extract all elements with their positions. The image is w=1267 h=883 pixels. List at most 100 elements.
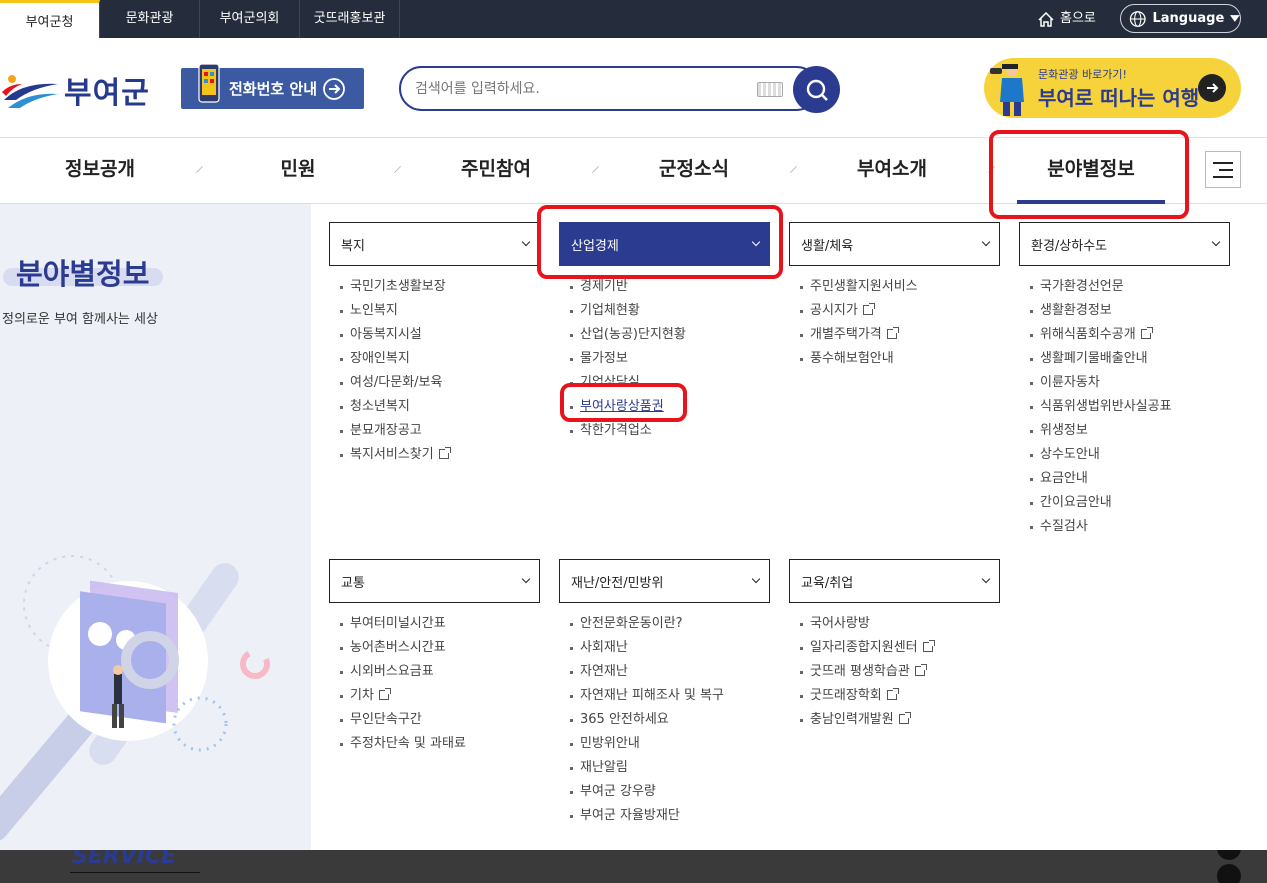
menu-link[interactable]: 복지서비스찾기 [340, 443, 540, 467]
menu-link[interactable]: 생활폐기물배출안내 [1030, 347, 1230, 371]
menu-link[interactable]: 청소년복지 [340, 395, 540, 419]
gnb-item-about-buyeo[interactable]: 부여소개 [812, 138, 972, 204]
category-header-living-sports[interactable]: 생활/체육 [789, 222, 1000, 266]
search-input[interactable] [415, 78, 745, 100]
menu-link[interactable]: 기차 [340, 684, 540, 708]
category-education-employment: 교육/취업 국어사랑방 일자리종합지원센터 굿뜨래 평생학습관 굿뜨래장학회 충… [789, 559, 1000, 732]
home-link[interactable]: 홈으로 [1038, 0, 1096, 38]
category-welfare: 복지 국민기초생활보장 노인복지 아동복지시설 장애인복지 여성/다문화/보육 … [329, 222, 540, 467]
category-industry-economy: 산업경제 경제기반 기업체현황 산업(농공)단지현황 물가정보 기업상담실 부여… [559, 222, 770, 443]
menu-link[interactable]: 일자리종합지원센터 [800, 636, 1000, 660]
menu-link[interactable]: 사회재난 [570, 636, 770, 660]
menu-link[interactable]: 자연재난 [570, 660, 770, 684]
category-header-welfare[interactable]: 복지 [329, 222, 540, 266]
menu-link[interactable]: 민방위안내 [570, 732, 770, 756]
language-button[interactable]: Language [1120, 4, 1241, 33]
site-tab-culture-tourism[interactable]: 문화관광 [100, 0, 200, 38]
menu-link[interactable]: 산업(농공)단지현황 [570, 323, 770, 347]
scroll-up-button[interactable] [1217, 850, 1241, 860]
menu-link[interactable]: 농어촌버스시간표 [340, 636, 540, 660]
menu-link[interactable]: 장애인복지 [340, 347, 540, 371]
menu-link[interactable]: 충남인력개발원 [800, 708, 1000, 732]
phone-banner-label: 전화번호 안내 [229, 80, 318, 98]
gnb-item-resident-participation[interactable]: 주민참여 [416, 138, 576, 204]
site-tab-buyeo-county[interactable]: 부여군청 [0, 0, 100, 38]
external-link-icon [886, 688, 899, 700]
category-header-disaster-safety[interactable]: 재난/안전/민방위 [559, 559, 770, 603]
category-menu-list: 국어사랑방 일자리종합지원센터 굿뜨래 평생학습관 굿뜨래장학회 충남인력개발원 [789, 612, 1000, 732]
menu-link[interactable]: 주정차단속 및 과태료 [340, 732, 540, 756]
menu-link[interactable]: 주민생활지원서비스 [800, 275, 1000, 299]
menu-link[interactable]: 안전문화운동이란? [570, 612, 770, 636]
menu-link[interactable]: 공시지가 [800, 299, 1000, 323]
menu-side-panel: 분야별정보 정의로운 부여 함께사는 세상 [0, 204, 311, 850]
gnb-item-field-info[interactable]: 분야별정보 [1017, 138, 1165, 204]
menu-link[interactable]: 위해식품회수공개 [1030, 323, 1230, 347]
menu-link[interactable]: 365 안전하세요 [570, 708, 770, 732]
phone-directory-banner[interactable]: 전화번호 안내 [181, 63, 364, 109]
category-header-transport[interactable]: 교통 [329, 559, 540, 603]
menu-link[interactable]: 물가정보 [570, 347, 770, 371]
menu-link[interactable]: 자연재난 피해조사 및 복구 [570, 684, 770, 708]
menu-link[interactable]: 노인복지 [340, 299, 540, 323]
site-tab-goodtrae-pr[interactable]: 굿뜨래홍보관 [300, 0, 400, 38]
menu-link[interactable]: 부여터미널시간표 [340, 612, 540, 636]
menu-link[interactable]: 부여군 자율방재단 [570, 804, 770, 828]
menu-link[interactable]: 식품위생법위반사실공표 [1030, 395, 1230, 419]
menu-link[interactable]: 재난알림 [570, 756, 770, 780]
menu-link[interactable]: 부여군 강우량 [570, 780, 770, 804]
category-living-sports: 생활/체육 주민생활지원서비스 공시지가 개별주택가격 풍수해보험안내 [789, 222, 1000, 371]
menu-link[interactable]: 국가환경선언문 [1030, 275, 1230, 299]
keyboard-icon[interactable] [757, 82, 783, 97]
category-environment-water: 환경/상하수도 국가환경선언문 생활환경정보 위해식품회수공개 생활폐기물배출안… [1019, 222, 1230, 539]
menu-link[interactable]: 국어사랑방 [800, 612, 1000, 636]
arrow-right-icon [1207, 83, 1219, 93]
promo-arrow-button[interactable] [1198, 74, 1226, 102]
category-menu-list: 국민기초생활보장 노인복지 아동복지시설 장애인복지 여성/다문화/보육 청소년… [329, 275, 540, 467]
menu-link[interactable]: 여성/다문화/보육 [340, 371, 540, 395]
menu-link[interactable]: 기업체현황 [570, 299, 770, 323]
category-header-education-employment[interactable]: 교육/취업 [789, 559, 1000, 603]
menu-link[interactable]: 무인단속구간 [340, 708, 540, 732]
menu-link[interactable]: 시외버스요금표 [340, 660, 540, 684]
menu-link[interactable]: 아동복지시설 [340, 323, 540, 347]
menu-link[interactable]: 국민기초생활보장 [340, 275, 540, 299]
menu-link[interactable]: 생활환경정보 [1030, 299, 1230, 323]
all-menu-button[interactable] [1205, 151, 1241, 188]
menu-link[interactable]: 경제기반 [570, 275, 770, 299]
menu-link[interactable]: 착한가격업소 [570, 419, 770, 443]
menu-link[interactable]: 굿뜨래장학회 [800, 684, 1000, 708]
menu-link-buyeo-gift-certificate[interactable]: 부여사랑상품권 [570, 395, 770, 419]
category-menu-list: 부여터미널시간표 농어촌버스시간표 시외버스요금표 기차 무인단속구간 주정차단… [329, 612, 540, 756]
promo-subtitle: 문화관광 바로가기! [1038, 68, 1127, 81]
menu-link[interactable]: 요금안내 [1030, 467, 1230, 491]
search-button[interactable] [793, 66, 840, 113]
tourism-promo-banner[interactable]: 문화관광 바로가기! 부여로 떠나는 여행 [984, 58, 1241, 118]
gnb-separator [987, 165, 996, 174]
menu-link[interactable]: 분묘개장공고 [340, 419, 540, 443]
menu-link[interactable]: 굿뜨래 평생학습관 [800, 660, 1000, 684]
category-title: 환경/상하수도 [1031, 238, 1108, 254]
category-header-industry-economy[interactable]: 산업경제 [559, 222, 770, 266]
menu-link[interactable]: 개별주택가격 [800, 323, 1000, 347]
external-link-icon [914, 664, 927, 676]
gnb-item-county-news[interactable]: 군정소식 [614, 138, 774, 204]
category-title: 교통 [341, 575, 365, 591]
site-header: 부여군 전화번호 안내 문화관광 바로가기! 부여로 떠나는 여행 [0, 38, 1267, 138]
menu-link[interactable]: 이륜자동차 [1030, 371, 1230, 395]
scroll-down-button[interactable] [1217, 864, 1241, 883]
county-logo[interactable]: 부여군 [2, 68, 150, 112]
menu-link[interactable]: 위생정보 [1030, 419, 1230, 443]
menu-link[interactable]: 수질검사 [1030, 515, 1230, 539]
category-header-environment-water[interactable]: 환경/상하수도 [1019, 222, 1230, 266]
gnb-item-info-disclosure[interactable]: 정보공개 [20, 138, 180, 204]
menu-link[interactable]: 기업상담실 [570, 371, 770, 395]
menu-link[interactable]: 풍수해보험안내 [800, 347, 1000, 371]
site-tab-county-council[interactable]: 부여군의회 [200, 0, 300, 38]
field-info-mega-menu: 복지 국민기초생활보장 노인복지 아동복지시설 장애인복지 여성/다문화/보육 … [311, 204, 1267, 850]
menu-link[interactable]: 상수도안내 [1030, 443, 1230, 467]
menu-link[interactable]: 간이요금안내 [1030, 491, 1230, 515]
search-box [399, 66, 819, 111]
gnb-item-civil-service[interactable]: 민원 [218, 138, 378, 204]
phone-directory-icon [198, 63, 220, 103]
